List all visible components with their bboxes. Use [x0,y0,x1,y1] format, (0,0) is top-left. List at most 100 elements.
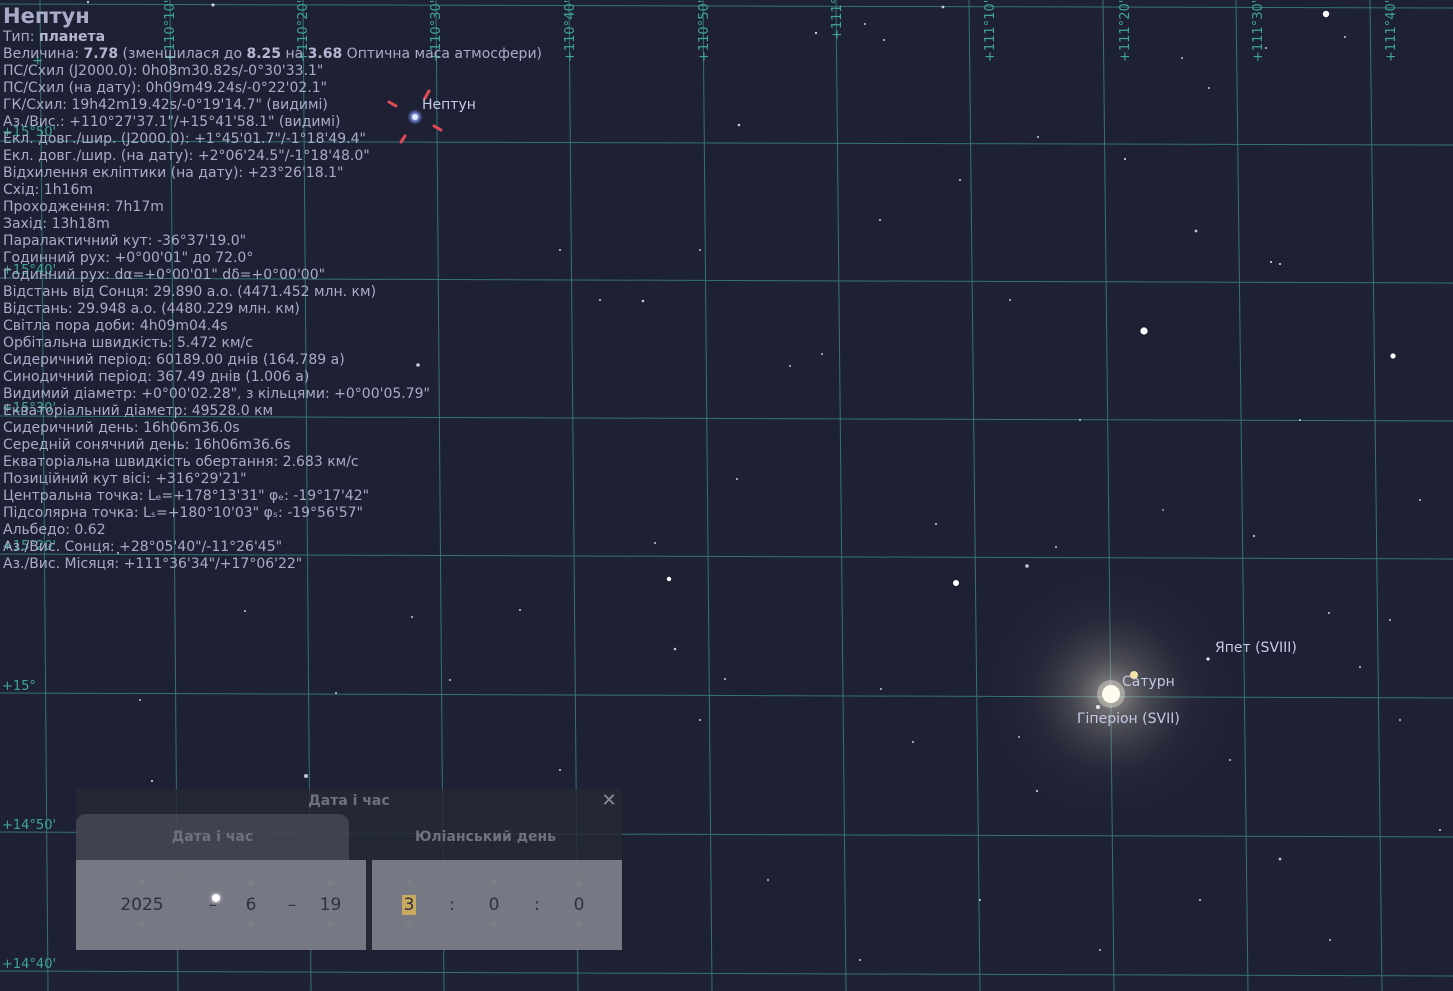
object-title: Нептун [3,4,90,28]
dialog-title: Дата і час [308,793,390,809]
close-icon[interactable]: ✕ [600,791,618,811]
star [1025,564,1029,568]
info-line: Тип: планета [3,29,106,45]
star [244,610,246,612]
star [912,741,914,743]
chevron-down-icon[interactable]: ▼ [313,921,348,931]
minute-value[interactable]: 0 [479,894,509,916]
info-line: Відхилення екліптики (на дату): +23°26'1… [3,165,344,181]
second-spinner[interactable]: ▲ 0 ▼ [564,860,594,950]
month-spinner[interactable]: ▲ 6 ▼ [236,860,266,950]
info-line: Відстань від Сонця: 29.890 а.о. (4471.45… [3,284,377,300]
chevron-down-icon[interactable]: ▼ [394,921,424,931]
time-separator: : [534,895,540,915]
info-line: Екваторіальний діаметр: 49528.0 км [3,403,274,419]
date-pane: ▲ 2025 ▼ – ▲ 6 ▼ – ▲ 19 ▼ [76,860,366,950]
chevron-up-icon[interactable]: ▲ [394,877,424,887]
chevron-up-icon[interactable]: ▲ [564,877,594,887]
day-value[interactable]: 19 [313,894,348,916]
star [666,576,672,582]
year-value[interactable]: 2025 [112,894,172,916]
star [880,688,882,690]
time-separator: : [449,895,455,915]
star [941,5,945,9]
star [1123,157,1127,161]
info-line: Світла пора доби: 4h09m04.4s [3,318,228,334]
star [519,609,521,611]
info-line: Аз./Вис. Сонця: +28°05'40"/-11°26'45" [3,539,283,555]
star [859,959,861,961]
star [673,647,677,651]
hyperion-label[interactable]: Гіперіон (SVII) [1077,711,1180,727]
info-line: Аз./Вис. Місяця: +111°36'34"/+17°06'22" [3,556,303,572]
chevron-down-icon[interactable]: ▼ [236,921,266,931]
info-line: Екл. довг./шир. (J2000.0): +1°45'01.7"/-… [3,131,366,147]
chevron-up-icon[interactable]: ▲ [236,877,266,887]
altitude-label: +14°50' [2,818,56,833]
month-value[interactable]: 6 [236,894,266,916]
star [699,249,701,251]
iapetus-label[interactable]: Япет (SVIII) [1215,640,1297,656]
date-time-dialog[interactable]: Дата і час ✕ Дата і час Юліанський день … [76,789,622,950]
date-separator: – [287,895,297,915]
info-line: Годинний рух: dα=+0°00'01" dδ=+0°00'00" [3,267,326,283]
star [736,478,738,480]
star [1322,10,1330,18]
chevron-up-icon[interactable]: ▲ [313,877,348,887]
hour-value[interactable]: 3 [401,895,417,915]
hour-spinner[interactable]: ▲ 3 ▼ [394,860,424,950]
info-line: Сидеричний період: 60189.00 днів (164.78… [3,352,345,368]
star [789,365,791,367]
star [1328,612,1330,614]
tab-julian-day[interactable]: Юліанський день [349,814,622,860]
star [1269,260,1273,264]
star [1439,829,1441,831]
day-spinner[interactable]: ▲ 19 ▼ [313,860,348,950]
info-line: Центральна точка: Lₑ=+178°13'31" φₑ: -19… [3,488,370,504]
star [150,779,154,783]
chevron-down-icon[interactable]: ▼ [564,921,594,931]
chevron-down-icon[interactable]: ▼ [479,921,509,931]
info-line: Величина: 7.78 (зменшилася до 8.25 на 3.… [3,46,543,62]
star [1229,759,1231,761]
star [1037,136,1039,138]
star [821,353,823,355]
azimuth-label: +110°40' [563,0,578,62]
info-line: Паралактичний кут: -36°37'19.0" [3,233,247,249]
time-pane: ▲ 3 ▼ : ▲ 0 ▼ : ▲ 0 ▼ [372,860,622,950]
chevron-down-icon[interactable]: ▼ [112,921,172,931]
star [559,249,561,251]
star [1344,36,1346,38]
star [1099,949,1101,951]
info-line: ПС/Схил (на дату): 0h09m49.24s/-0°22'02.… [3,80,328,96]
altitude-label: +15° [2,679,36,694]
star [1278,262,1282,266]
star [1278,857,1282,861]
star [1009,299,1011,301]
star [1055,546,1057,548]
info-line: Сидеричний день: 16h06m36.0s [3,420,240,436]
altitude-label: +14°40' [2,957,56,972]
iapetus-dot[interactable] [1206,657,1210,661]
minute-spinner[interactable]: ▲ 0 ▼ [479,860,509,950]
info-line: Аз./Вис.: +110°27'37.1"/+15°41'58.1" (ви… [3,114,341,130]
star [1162,509,1164,511]
star [883,39,885,41]
star [959,179,961,181]
star [304,774,308,778]
chevron-up-icon[interactable]: ▲ [112,877,172,887]
chevron-up-icon[interactable]: ▲ [479,877,509,887]
star [1299,419,1301,421]
star [1399,719,1401,721]
hyperion-dot[interactable] [1096,705,1100,709]
star [335,692,337,694]
azimuth-label: +111° [830,0,845,40]
info-line: Альбедо: 0.62 [3,522,106,538]
star [599,299,601,301]
year-spinner[interactable]: ▲ 2025 ▼ [112,860,172,950]
star [1419,499,1421,501]
saturn-label[interactable]: Сатурн [1122,674,1175,690]
second-value[interactable]: 0 [564,894,594,916]
tab-date-time[interactable]: Дата і час [76,814,349,860]
info-line: Видимий діаметр: +0°00'02.28", з кільцям… [3,386,430,402]
